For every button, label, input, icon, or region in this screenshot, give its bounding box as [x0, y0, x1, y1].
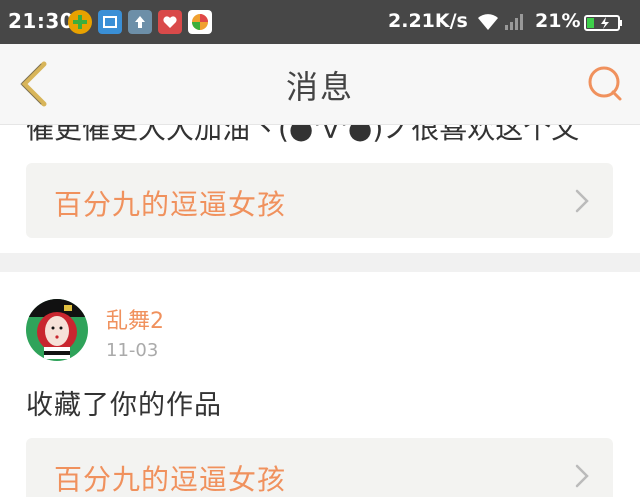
wifi-icon	[478, 14, 498, 30]
user-name[interactable]: 乱舞2	[106, 303, 164, 335]
screen-capture-icon	[98, 10, 122, 34]
work-title: 百分九的逗逼女孩	[54, 463, 287, 496]
game-center-icon	[188, 10, 212, 34]
message-date: 11-03	[106, 340, 159, 361]
page-title: 消息	[285, 68, 354, 106]
battery-icon	[584, 15, 622, 31]
heart-app-icon	[158, 10, 182, 34]
notification-icons	[68, 10, 212, 34]
work-link-card[interactable]: 百分九的逗逼女孩	[26, 438, 613, 497]
work-title: 百分九的逗逼女孩	[54, 188, 287, 221]
chevron-right-icon	[575, 464, 589, 488]
battery-percent: 21%	[535, 10, 581, 32]
status-bar: 21:30 2.21K/s 21%	[0, 0, 640, 44]
work-link-card[interactable]: 百分九的逗逼女孩	[26, 163, 613, 238]
chevron-right-icon	[575, 189, 589, 213]
divider	[0, 253, 640, 272]
message-action-text: 收藏了你的作品	[26, 390, 222, 421]
status-time: 21:30	[8, 9, 75, 33]
avatar[interactable]	[26, 299, 88, 361]
upload-arrow-icon	[128, 10, 152, 34]
plus-app-icon	[68, 10, 92, 34]
user-avatar-image	[26, 299, 88, 361]
app-header: 消息	[0, 44, 640, 125]
message-list[interactable]: 催更催更大大加油丶(●'∀'●)ノ很喜欢这个文 百分九的逗逼女孩 乱舞2 11-…	[0, 125, 640, 497]
search-button[interactable]	[586, 64, 626, 104]
network-speed: 2.21K/s	[388, 10, 468, 32]
search-icon	[588, 66, 622, 101]
message-text-partial: 催更催更大大加油丶(●'∀'●)ノ很喜欢这个文	[26, 125, 580, 145]
signal-icon	[505, 14, 523, 30]
